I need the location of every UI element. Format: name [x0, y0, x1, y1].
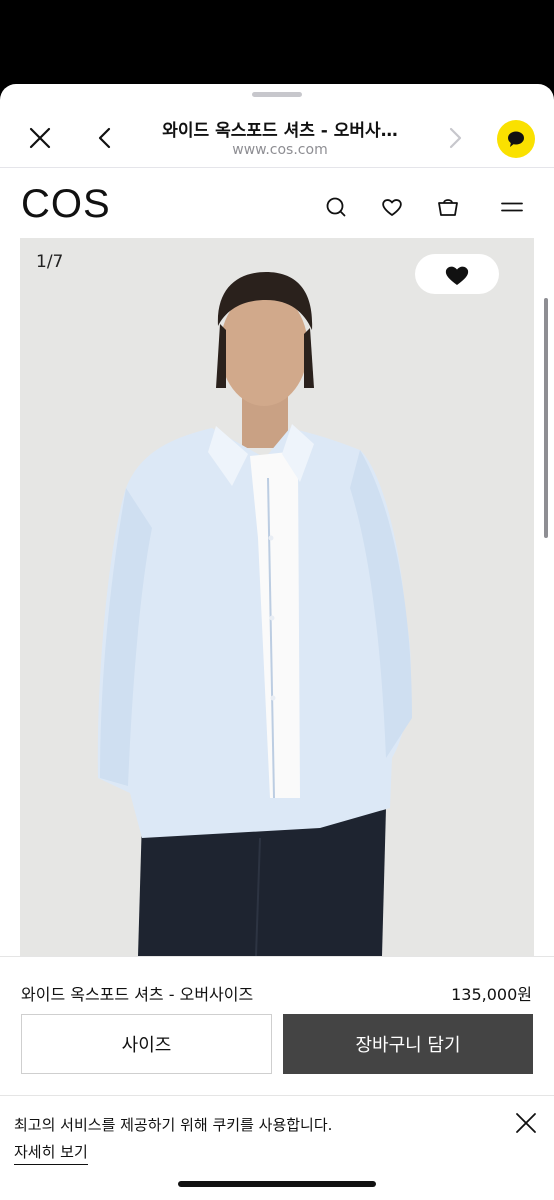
heart-outline-icon [382, 199, 402, 216]
cookie-message: 최고의 서비스를 제공하기 위해 쿠키를 사용합니다. [14, 1116, 333, 1134]
browser-sheet: 와이드 옥스포드 셔츠 - 오버사… www.cos.com COS 1/7 와… [0, 84, 554, 1200]
wishlist-button[interactable] [379, 194, 405, 220]
product-photo [20, 238, 534, 956]
chevron-left-icon [98, 127, 111, 149]
cos-logo[interactable]: COS [21, 182, 111, 227]
search-icon [326, 197, 346, 217]
select-size-button[interactable]: 사이즈 [21, 1014, 272, 1074]
product-image-gallery[interactable]: 1/7 [20, 238, 534, 956]
search-button[interactable] [323, 194, 349, 220]
browser-toolbar: 와이드 옥스포드 셔츠 - 오버사… www.cos.com [0, 104, 554, 168]
shopping-bag-icon [438, 199, 458, 216]
close-browser-button[interactable] [22, 120, 58, 156]
back-button[interactable] [88, 120, 124, 156]
shopping-bag-button[interactable] [435, 194, 461, 220]
close-icon [29, 127, 51, 149]
speech-bubble-icon [508, 131, 524, 147]
menu-button[interactable] [499, 194, 525, 220]
hamburger-menu-icon [501, 202, 523, 212]
kakaotalk-share-button[interactable] [497, 120, 535, 158]
forward-button[interactable] [436, 120, 472, 156]
page-scrollbar[interactable] [544, 298, 548, 538]
cookie-details-link[interactable]: 자세히 보기 [14, 1141, 88, 1165]
add-to-cart-button[interactable]: 장바구니 담기 [283, 1014, 533, 1074]
page-title: 와이드 옥스포드 셔츠 - 오버사… [162, 121, 398, 141]
page-url: www.cos.com [232, 142, 328, 158]
heart-filled-icon [445, 266, 469, 285]
cookie-close-button[interactable] [514, 1111, 538, 1135]
add-to-wishlist-button[interactable] [415, 254, 499, 294]
home-indicator[interactable] [178, 1181, 376, 1187]
site-header: COS [0, 168, 554, 238]
close-icon [516, 1113, 536, 1133]
chevron-right-icon [449, 127, 462, 149]
sheet-grabber[interactable] [252, 92, 302, 97]
image-counter: 1/7 [36, 252, 64, 272]
product-purchase-bar: 와이드 옥스포드 셔츠 - 오버사이즈 135,000원 사이즈 장바구니 담기… [0, 956, 554, 1200]
cookie-divider [0, 1095, 554, 1096]
product-name: 와이드 옥스포드 셔츠 - 오버사이즈 [21, 985, 254, 1004]
product-price: 135,000원 [451, 985, 532, 1004]
